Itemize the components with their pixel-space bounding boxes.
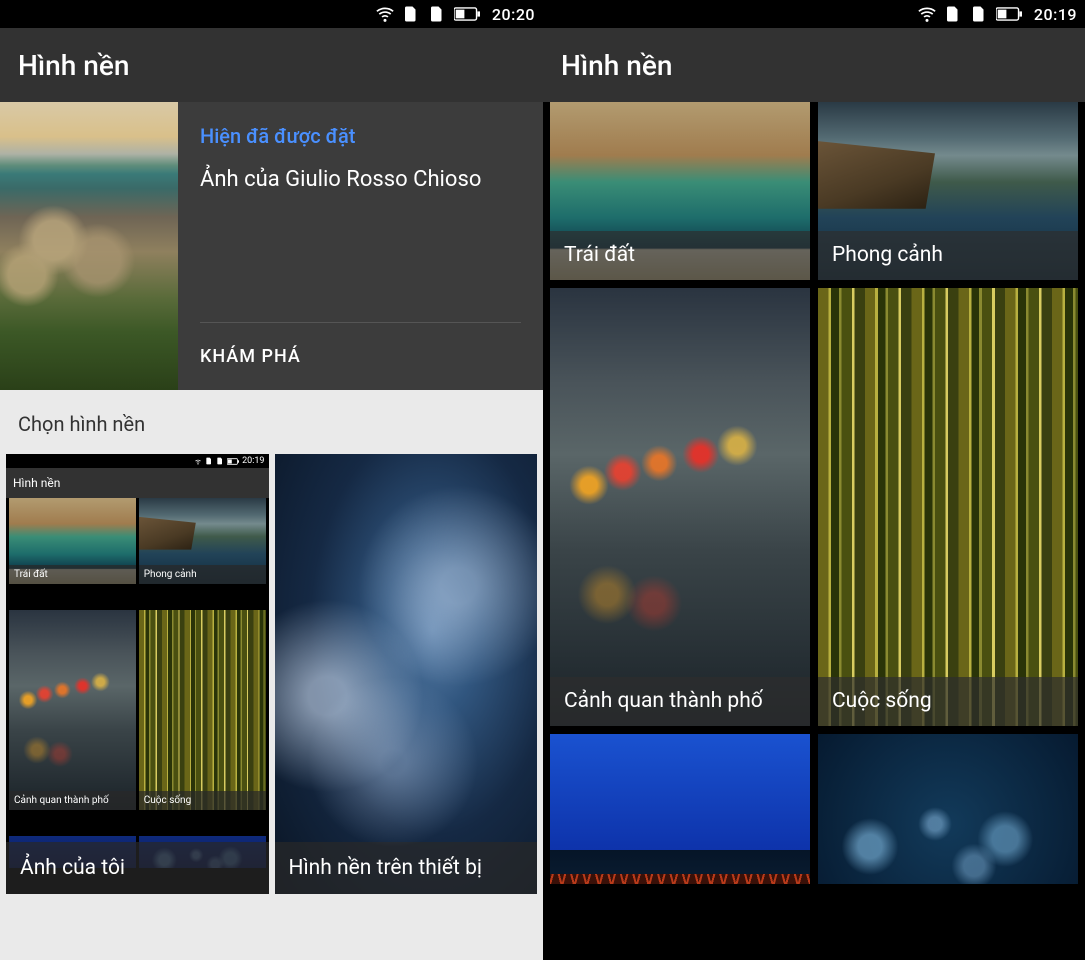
category-label: Cảnh quan thành phố [550,677,810,726]
sim-icon [944,5,962,23]
content: Hiện đã được đặt Ảnh của Giulio Rosso Ch… [0,102,543,960]
current-wallpaper-author: Ảnh của Giulio Rosso Chioso [200,166,521,194]
app-header: Hình nền [543,28,1085,102]
sim-icon [205,457,213,465]
app-title: Hình nền [561,49,672,82]
category-label: Trái đất [550,231,810,280]
mini-tile-life: Cuộc sống [139,610,266,810]
mini-tile-earth: Trái đất [9,498,136,584]
app-title: Hình nền [18,49,129,82]
tile-decoration [550,850,810,884]
status-bar: 20:19 [543,0,1085,28]
mini-tile-label: Cuộc sống [139,791,266,810]
explore-button[interactable]: KHÁM PHÁ [200,322,521,390]
sim-icon [970,5,988,23]
current-wallpaper-info: Hiện đã được đặt Ảnh của Giulio Rosso Ch… [178,102,543,390]
mini-clock: 20:19 [242,456,264,466]
mini-tile-city: Cảnh quan thành phố [9,610,136,810]
wallpaper-source-grid: 20:19 Hình nền Trái đất Phong cảnh Cảnh … [0,454,543,960]
content[interactable]: Trái đất Phong cảnh Cảnh quan thành phố … [543,102,1085,960]
clock: 20:20 [492,5,535,24]
phone-right: 20:19 Hình nền Trái đất Phong cảnh Cảnh … [543,0,1085,960]
battery-icon [996,7,1022,21]
app-header: Hình nền [0,28,543,102]
category-label: Phong cảnh [818,231,1078,280]
sim-icon [428,5,446,23]
wifi-icon [376,5,394,23]
category-tile-life[interactable]: Cuộc sống [818,288,1078,726]
battery-icon [227,458,239,465]
status-bar: 20:20 [0,0,543,28]
mini-tile-label: Cảnh quan thành phố [9,791,136,810]
mini-tile-landscape: Phong cảnh [139,498,266,584]
battery-icon [454,7,480,21]
mini-header: Hình nền [6,468,269,498]
my-photos-label: Ảnh của tôi [6,842,269,894]
device-wallpapers-tile[interactable]: Hình nền trên thiết bị [275,454,538,894]
category-tile-extra[interactable] [550,734,810,884]
explore-button-label: KHÁM PHÁ [200,346,301,367]
category-label: Cuộc sống [818,677,1078,726]
mini-status-bar: 20:19 [6,454,269,468]
current-wallpaper-thumbnail[interactable] [0,102,178,390]
category-tile-landscape[interactable]: Phong cảnh [818,102,1078,280]
phone-left: 20:20 Hình nền Hiện đã được đặt Ảnh của … [0,0,543,960]
clock: 20:19 [1034,5,1077,24]
mini-tile-label: Phong cảnh [139,565,266,584]
category-tile-earth[interactable]: Trái đất [550,102,810,280]
current-wallpaper-hero: Hiện đã được đặt Ảnh của Giulio Rosso Ch… [0,102,543,390]
my-photos-preview: 20:19 Hình nền Trái đất Phong cảnh Cảnh … [6,454,269,894]
wifi-icon [918,5,936,23]
choose-wallpaper-heading: Chọn hình nền [0,390,543,454]
mini-grid: Trái đất Phong cảnh Cảnh quan thành phố … [6,498,269,894]
wifi-icon [194,457,202,465]
device-wallpapers-label: Hình nền trên thiết bị [275,842,538,894]
category-tile-extra[interactable] [818,734,1078,884]
sim-icon [402,5,420,23]
current-wallpaper-status: Hiện đã được đặt [200,124,521,148]
mini-title: Hình nền [13,476,60,490]
category-tile-cityscape[interactable]: Cảnh quan thành phố [550,288,810,726]
category-grid: Trái đất Phong cảnh Cảnh quan thành phố … [543,102,1085,884]
mini-tile-label: Trái đất [9,565,136,584]
sim-icon [216,457,224,465]
my-photos-tile[interactable]: 20:19 Hình nền Trái đất Phong cảnh Cảnh … [6,454,269,894]
